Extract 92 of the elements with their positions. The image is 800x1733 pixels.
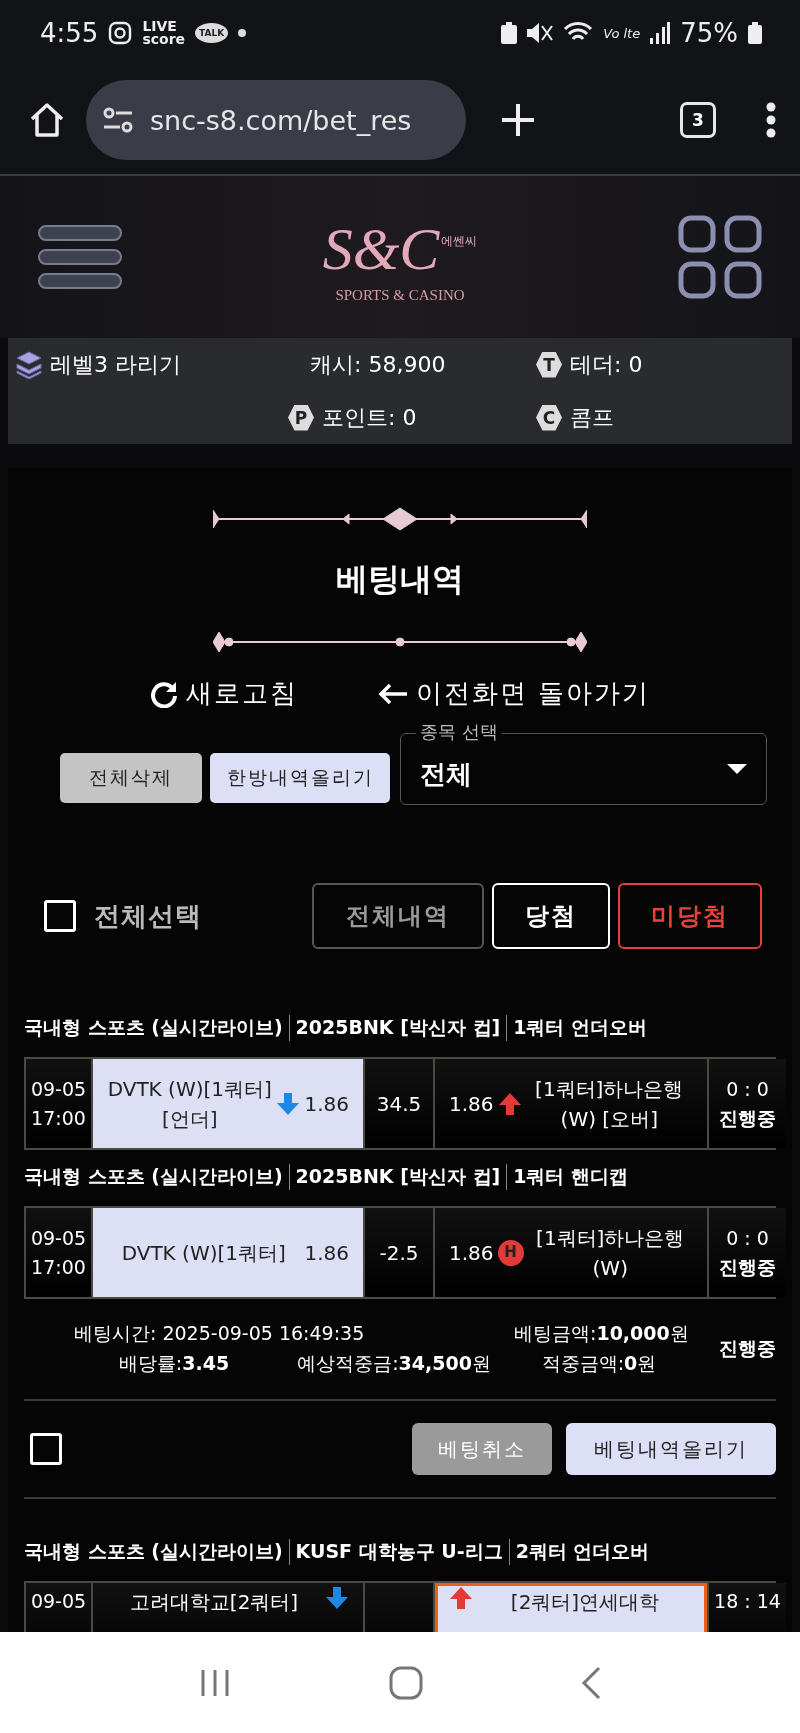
expected-payout: 예상적중금:34,500원 [296, 1351, 492, 1376]
filter-tab[interactable]: 전체내역 [312, 883, 484, 949]
layers-icon [16, 350, 42, 379]
handicap-badge: H [497, 1239, 524, 1266]
signal-icon [650, 22, 671, 44]
team-name: DVTK (W)[1쿼터] [언더] [107, 1075, 273, 1133]
line-cell: 34.5 [365, 1059, 433, 1148]
bet-status: 진행중 [718, 1336, 776, 1361]
recent-apps-icon[interactable] [199, 1667, 231, 1698]
action-button[interactable]: 전체삭제 [60, 753, 202, 803]
odds-value: 1.86 [304, 1090, 349, 1118]
action-button[interactable]: 베팅내역올리기 [566, 1423, 776, 1475]
address-bar[interactable]: snc-s8.com/bet_res [86, 80, 466, 160]
notification-dot [238, 29, 247, 37]
team-odds-cell[interactable]: DVTK (W)[1쿼터] [언더] 1.86 [93, 1059, 363, 1148]
points-badge: P [288, 404, 314, 431]
leg-header-part: 국내형 스포츠 (실시간라이브) [24, 1164, 283, 1189]
odds-value: 1.86 [449, 1090, 494, 1118]
leg-header-part: 2쿼터 언더오버 [508, 1539, 650, 1565]
points-balance: 포인트: 0 [322, 403, 417, 432]
live-score-app-icon: LIVE score [142, 20, 186, 46]
team-odds-cell[interactable]: 고려대학교[2쿼터] [93, 1583, 363, 1632]
up-arrow-icon [497, 1092, 522, 1115]
leg-header-part: 2025BNK [박신자 컵] [288, 1015, 501, 1041]
back-arrow-icon [377, 682, 408, 705]
team-name: 고려대학교[2쿼터] [128, 1589, 300, 1616]
back-icon[interactable] [581, 1665, 601, 1700]
dropdown-caret-icon [727, 764, 747, 774]
chat-app-icon: TALK [195, 23, 229, 43]
bet-checkbox[interactable] [30, 1433, 62, 1465]
battery-saver-icon [501, 22, 518, 44]
leg-header-part: KUSF 대학농구 U-리그 [288, 1539, 503, 1565]
down-arrow-icon [276, 1092, 301, 1115]
logo-korean-text: 에쎈씨 [441, 233, 478, 248]
camera-app-icon [108, 21, 133, 45]
select-all-checkbox[interactable] [44, 900, 76, 932]
filter-tab[interactable]: 미당첨 [618, 883, 762, 949]
team-odds-cell[interactable]: 1.86 [1쿼터]하나은행 (W) [오버] [435, 1059, 707, 1148]
team-name: DVTK (W)[1쿼터] [120, 1239, 287, 1267]
refresh-icon [149, 679, 178, 708]
down-arrow-icon [325, 1587, 349, 1609]
tether-balance: 테더: 0 [570, 350, 643, 379]
home-button-icon[interactable] [389, 1665, 423, 1700]
team-odds-cell[interactable]: DVTK (W)[1쿼터] 1.86 [93, 1208, 363, 1297]
logo-mark: S&C [322, 218, 440, 279]
comp-badge: C [536, 404, 562, 431]
leg-header-part: 1쿼터 핸디캡 [506, 1164, 629, 1190]
team-name: [1쿼터]하나은행 (W) [535, 1224, 686, 1282]
tab-count-button[interactable]: 3 [680, 102, 716, 138]
sport-select[interactable]: 종목 선택 전체 [400, 719, 767, 805]
menu-icon[interactable] [38, 224, 122, 290]
score-cell: 18 : 14 [709, 1583, 786, 1632]
leg-header-part: 2025BNK [박신자 컵] [288, 1164, 501, 1190]
won-amount: 적중금액:0원 [540, 1351, 658, 1376]
line-cell: -2.5 [365, 1208, 433, 1297]
clock-time: 4:55 [40, 18, 99, 48]
new-tab-icon[interactable] [500, 102, 536, 138]
leg-header-part: 1쿼터 언더오버 [506, 1015, 648, 1041]
tether-badge: T [536, 351, 562, 378]
date-cell: 09-05 17:00 [26, 1059, 91, 1148]
page-title: 베팅내역 [336, 559, 464, 600]
more-menu-icon[interactable] [766, 102, 776, 138]
score-cell: 0 : 0 진행중 [709, 1059, 786, 1148]
bet-odds: 배당률:3.45 [117, 1351, 231, 1376]
odds-value: 1.86 [449, 1239, 494, 1267]
bet-time: 베팅시간: 2025-09-05 16:49:35 [74, 1321, 366, 1346]
date-cell: 09-05 [26, 1583, 91, 1632]
team-name: [2쿼터]연세대학 [509, 1589, 661, 1616]
team-name: [1쿼터]하나은행 (W) [오버] [534, 1075, 685, 1133]
home-icon[interactable] [28, 101, 66, 139]
battery-icon [748, 22, 762, 44]
mute-icon [527, 22, 554, 44]
site-settings-icon [102, 107, 134, 133]
battery-percent: 75% [680, 18, 738, 48]
team-odds-cell[interactable]: [2쿼터]연세대학 [435, 1583, 707, 1632]
select-all-label: 전체선택 [94, 899, 202, 933]
leg-header-part: 국내형 스포츠 (실시간라이브) [24, 1015, 283, 1040]
user-level: 레벨3 라리기 [50, 350, 181, 379]
grid-menu-icon[interactable] [678, 215, 762, 299]
network-type: Vo lte [603, 25, 641, 41]
score-cell: 0 : 0 진행중 [709, 1208, 786, 1297]
refresh-link[interactable]: 새로고침 [149, 676, 298, 711]
date-cell: 09-05 17:00 [26, 1208, 91, 1297]
back-link[interactable]: 이전화면 돌아가기 [377, 676, 651, 711]
up-arrow-icon [449, 1587, 473, 1609]
filter-tab[interactable]: 당첨 [492, 883, 610, 949]
comp-link[interactable]: 콤프 [570, 402, 614, 433]
leg-header-part: 국내형 스포츠 (실시간라이브) [24, 1539, 283, 1564]
odds-value: 1.86 [304, 1239, 349, 1267]
logo-tagline: SPORTS & CASINO [335, 286, 465, 304]
cash-balance: 캐시: 58,900 [310, 350, 446, 379]
action-button[interactable]: 한방내역올리기 [210, 753, 390, 803]
